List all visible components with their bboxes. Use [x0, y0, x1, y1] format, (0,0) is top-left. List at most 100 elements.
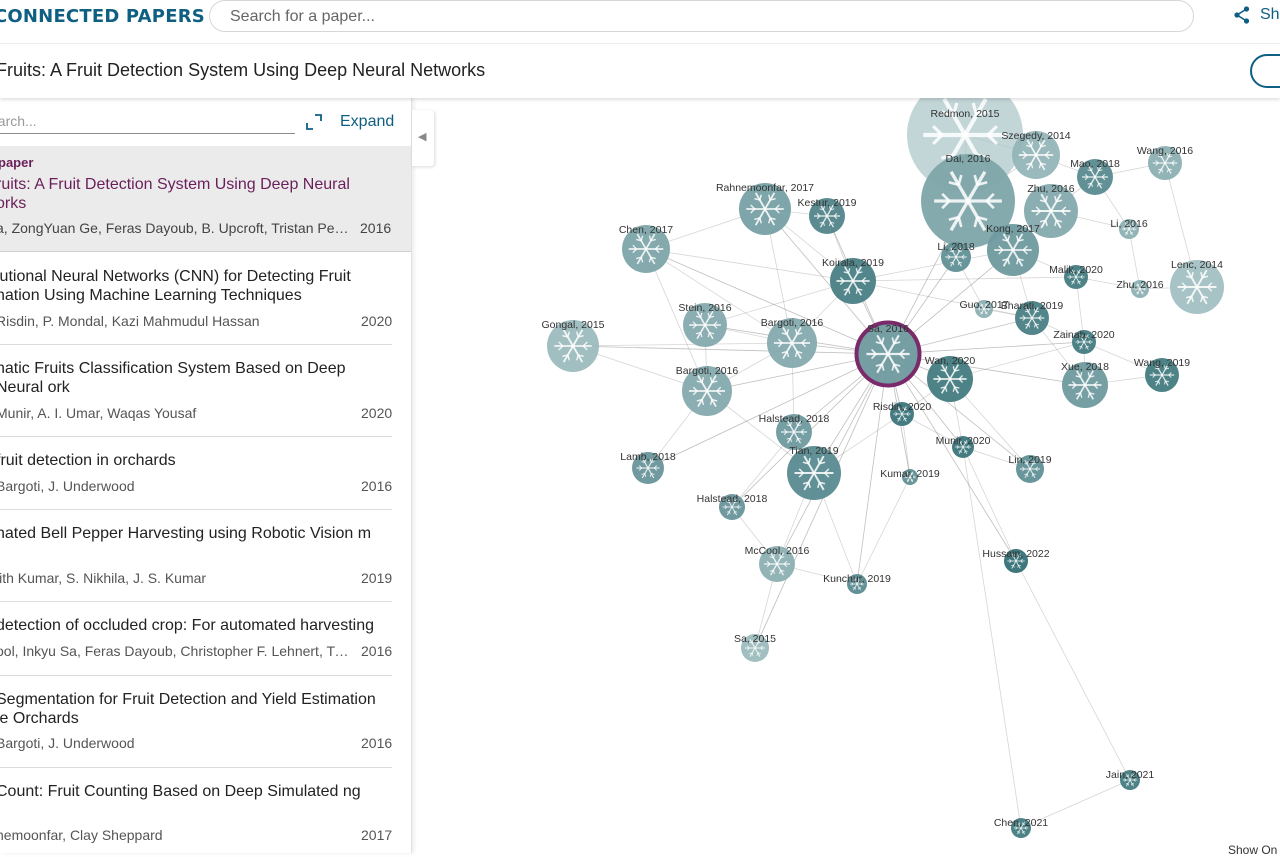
list-item[interactable]: Segmentation for Fruit Detection and Yie… — [0, 676, 392, 768]
list-item[interactable]: detection of occluded crop: For automate… — [0, 602, 392, 676]
node-label: Sa, 2016 — [867, 323, 909, 335]
node-label: Hussain, 2022 — [982, 548, 1049, 560]
paper-search-input[interactable] — [230, 7, 1130, 27]
expand-icon[interactable] — [306, 114, 322, 130]
list-item-title: detection of occluded crop: For automate… — [0, 616, 388, 635]
list-search-field[interactable] — [0, 110, 295, 134]
graph-node[interactable]: Kumar, 2019 — [880, 468, 940, 485]
list-item[interactable]: natic Fruits Classification System Based… — [0, 345, 392, 437]
graph-node[interactable]: Sa, 2015 — [734, 633, 776, 662]
node-label: Gongal, 2015 — [541, 319, 604, 331]
node-label: Wang, 2019 — [1134, 357, 1190, 369]
node-label: Rahnemoonfar, 2017 — [716, 182, 814, 194]
top-bar: CONNECTED PAPERS Sh — [0, 0, 1280, 44]
collapse-sidebar-button[interactable]: ◀ — [412, 110, 434, 166]
logo[interactable]: CONNECTED PAPERS — [0, 6, 205, 27]
node-label: Halstead, 2018 — [697, 493, 768, 505]
show-only-toggle[interactable]: Show On — [1228, 843, 1277, 857]
list-item-year: 2016 — [361, 735, 392, 751]
list-item-authors: Risdin, P. Mondal, Kazi Mahmudul Hassan — [0, 313, 352, 329]
graph-node[interactable]: Lamb, 2018 — [620, 451, 676, 484]
node-label: Chen, 2017 — [619, 224, 673, 236]
expand-button[interactable]: Expand — [340, 113, 394, 131]
graph-node[interactable]: Tian, 2019 — [787, 445, 841, 500]
list-item-authors: nemoonfar, Clay Sheppard — [0, 827, 352, 843]
graph-node[interactable]: Chen, 2021 — [994, 817, 1048, 838]
graph-node[interactable]: Munir, 2020 — [936, 435, 991, 458]
graph-node[interactable]: Jain, 2021 — [1106, 769, 1155, 790]
graph-edge — [573, 343, 792, 346]
graph-node[interactable]: Risdin, 2020 — [873, 401, 932, 426]
list-item[interactable]: fruit detection in orchards Bargoti, J. … — [0, 437, 392, 510]
origin-paper-year: 2016 — [360, 220, 391, 236]
list-item-title: natic Fruits Classification System Based… — [0, 359, 388, 397]
title-bar: Fruits: A Fruit Detection System Using D… — [0, 44, 1280, 98]
graph-canvas[interactable]: Redmon, 2015Szegedy, 2014Mao, 2018Wang, … — [413, 98, 1280, 853]
list-item-authors: jith Kumar, S. Nikhila, J. S. Kumar — [0, 570, 352, 586]
graph-node[interactable]: Kong, 2017 — [986, 223, 1040, 276]
node-label: Malik, 2020 — [1049, 264, 1103, 276]
paper-list-sidebar: Expand paper ruits: A Fruit Detection Sy… — [0, 98, 412, 853]
graph-node[interactable]: Li, 2016 — [1110, 218, 1148, 239]
graph-node[interactable]: Wang, 2019 — [1134, 357, 1190, 392]
node-label: Lamb, 2018 — [620, 451, 676, 463]
graph-node[interactable]: Lin, 2019 — [1008, 454, 1051, 483]
build-graph-button[interactable] — [1250, 54, 1280, 88]
origin-tag: paper — [0, 155, 33, 170]
graph-node[interactable]: Bargoti, 2016 — [761, 317, 824, 368]
node-label: Sa, 2015 — [734, 633, 776, 645]
node-label: Li, 2018 — [937, 241, 975, 253]
node-label: Koirala, 2019 — [822, 257, 884, 269]
page-title: Fruits: A Fruit Detection System Using D… — [0, 60, 485, 81]
origin-paper-card[interactable]: paper ruits: A Fruit Detection System Us… — [0, 146, 412, 252]
graph-nodes[interactable]: Redmon, 2015Szegedy, 2014Mao, 2018Wang, … — [541, 98, 1224, 838]
list-item-authors: Bargoti, J. Underwood — [0, 735, 352, 751]
node-label: Xue, 2018 — [1061, 361, 1109, 373]
node-label: Munir, 2020 — [936, 435, 991, 447]
list-item-year: 2020 — [361, 405, 392, 421]
node-label: Redmon, 2015 — [931, 108, 1000, 120]
graph-node[interactable]: Wang, 2016 — [1137, 145, 1193, 180]
graph-node[interactable]: Chen, 2017 — [619, 224, 673, 273]
graph-node[interactable]: Gongal, 2015 — [541, 319, 604, 372]
graph-node[interactable]: Lenc, 2014 — [1170, 259, 1224, 314]
graph-node[interactable]: Malik, 2020 — [1049, 264, 1103, 289]
list-item[interactable]: lutional Neural Networks (CNN) for Detec… — [0, 253, 392, 345]
list-item[interactable]: Count: Fruit Counting Based on Deep Simu… — [0, 768, 392, 853]
graph-node[interactable]: McCool, 2016 — [745, 545, 810, 582]
graph-node[interactable]: Kunchur, 2019 — [823, 573, 891, 594]
graph-node[interactable]: Kestur, 2019 — [798, 197, 857, 234]
graph-node[interactable]: Zhu, 2016 — [1116, 279, 1163, 298]
graph-node[interactable]: Wan, 2020 — [925, 355, 976, 402]
node-label: Stein, 2016 — [678, 302, 731, 314]
list-item-authors: Munir, A. I. Umar, Waqas Yousaf — [0, 405, 352, 421]
node-label: Chen, 2021 — [994, 817, 1048, 829]
graph-node[interactable]: Xue, 2018 — [1061, 361, 1109, 408]
node-label: Zhu, 2016 — [1027, 183, 1074, 195]
graph-node[interactable]: Stein, 2016 — [678, 302, 731, 347]
graph-node[interactable]: Hussain, 2022 — [982, 548, 1049, 573]
graph-node[interactable]: Zainab, 2020 — [1053, 329, 1114, 354]
list-item-title: Segmentation for Fruit Detection and Yie… — [0, 690, 388, 728]
node-label: Risdin, 2020 — [873, 401, 932, 413]
graph-edge — [573, 346, 888, 354]
graph-node[interactable]: Sa, 2016 — [857, 323, 920, 386]
citation-graph[interactable]: Redmon, 2015Szegedy, 2014Mao, 2018Wang, … — [413, 98, 1280, 853]
node-label: Zhu, 2016 — [1116, 279, 1163, 291]
node-label: Kong, 2017 — [986, 223, 1040, 235]
node-label: Kumar, 2019 — [880, 468, 940, 480]
list-item-year: 2019 — [361, 570, 392, 586]
node-label: Bargoti, 2016 — [676, 365, 739, 377]
graph-node[interactable]: Halstead, 2018 — [697, 493, 768, 520]
graph-node[interactable]: Koirala, 2019 — [822, 257, 884, 304]
list-item[interactable]: nated Bell Pepper Harvesting using Robot… — [0, 510, 392, 602]
list-search-input[interactable] — [0, 110, 295, 132]
share-button[interactable]: Sh — [1234, 6, 1280, 24]
graph-node[interactable]: Li, 2018 — [937, 241, 975, 272]
node-label: Jain, 2021 — [1106, 769, 1155, 781]
node-label: Bharati, 2019 — [1001, 300, 1064, 312]
paper-search-box[interactable] — [209, 0, 1194, 32]
origin-paper-authors: a, ZongYuan Ge, Feras Dayoub, B. Upcroft… — [0, 220, 352, 236]
graph-node[interactable]: Mao, 2018 — [1070, 158, 1120, 195]
list-item-year: 2016 — [361, 643, 392, 659]
